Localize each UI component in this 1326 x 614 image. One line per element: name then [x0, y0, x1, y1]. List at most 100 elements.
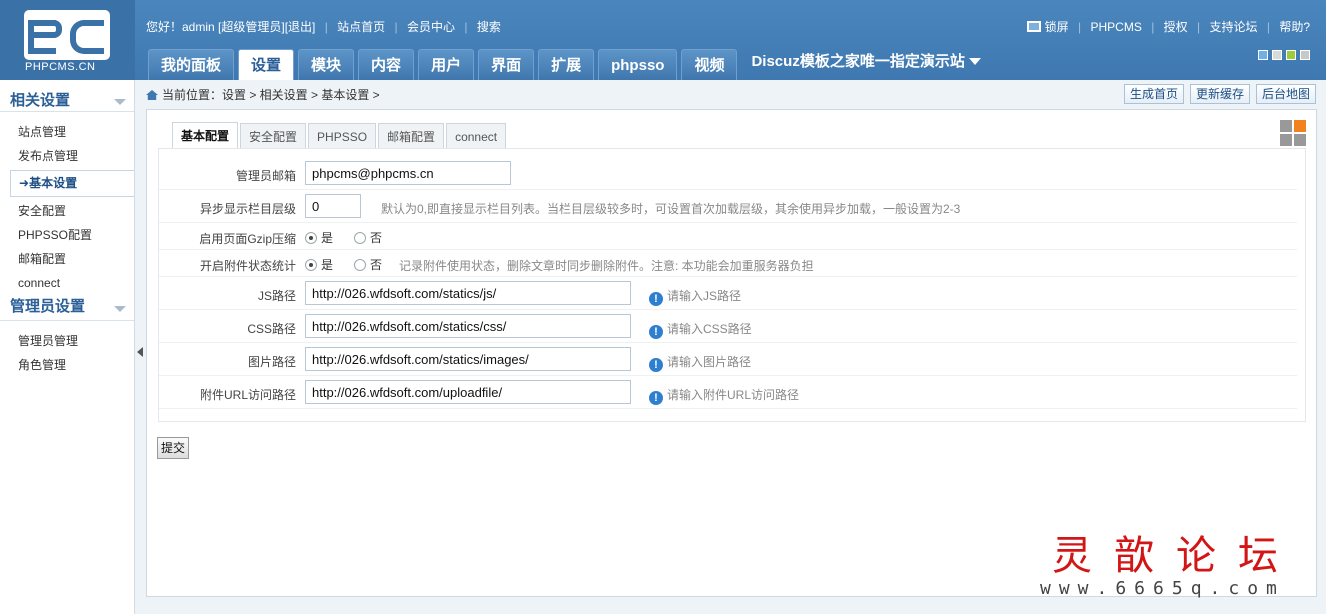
radio-checked-icon [305, 232, 317, 244]
sidebar: 相关设置 站点管理 发布点管理 ➜基本设置 安全配置 PHPSSO配置 邮箱配置… [0, 80, 135, 614]
sidebar-item-basic-settings[interactable]: ➜基本设置 [10, 170, 134, 197]
header: PHPCMS.CN 您好！admin [超级管理员][退出] | 站点首页 | … [0, 0, 1326, 80]
skin-blue-button[interactable] [1258, 50, 1268, 60]
help-link[interactable]: 帮助? [1279, 20, 1310, 34]
watermark-url: www.6665q.com [1040, 578, 1285, 599]
css-path-input[interactable] [305, 314, 631, 338]
sidebar-item-publish-point[interactable]: 发布点管理 [0, 144, 134, 168]
sidebar-item-phpsso[interactable]: PHPSSO配置 [0, 223, 134, 247]
main-nav: 我的面板 设置 模块 内容 用户 界面 扩展 phpsso 视频 Discuz模板之家唯一指定演示… [148, 49, 981, 80]
nav-tab-content[interactable]: 内容 [358, 49, 415, 80]
skin-switcher [1254, 49, 1310, 63]
phpcms-logo[interactable]: PHPCMS.CN [0, 0, 135, 80]
update-cache-button[interactable]: 更新缓存 [1189, 84, 1250, 104]
radio-unchecked-icon [354, 259, 366, 271]
sidebar-section-admin-settings[interactable]: 管理员设置 [0, 295, 134, 321]
nav-tab-modules[interactable]: 模块 [298, 49, 355, 80]
sidebar-item-label: 基本设置 [29, 176, 78, 190]
settings-tabs: 基本配置 安全配置 PHPSSO 邮箱配置 connect [172, 122, 508, 149]
css-path-label: CSS路径 [247, 322, 296, 336]
sidebar-item-mail[interactable]: 邮箱配置 [0, 247, 134, 271]
submit-button[interactable]: 提交 [157, 437, 190, 459]
sidebar-item-role-manage[interactable]: 角色管理 [0, 353, 134, 377]
quick-actions: 生成首页 更新缓存 后台地图 [1118, 84, 1316, 104]
async-level-label: 异步显示栏目层级 [199, 202, 296, 216]
tab-mail[interactable]: 邮箱配置 [378, 123, 445, 149]
attach-stat-hint: 记录附件使用状态，删除文章时同步删除附件。注意: 本功能会加重服务器负担 [399, 259, 814, 273]
phpcms-link[interactable]: PHPCMS [1091, 20, 1142, 34]
collapse-arrow-icon [114, 99, 126, 105]
skin-silver-button[interactable] [1300, 50, 1310, 60]
sidebar-item-admin-manage[interactable]: 管理员管理 [0, 329, 134, 353]
basic-settings-form: 管理员邮箱 异步显示栏目层级 默认为0,即直接显示栏目列表。当栏目层级较多时，可… [158, 148, 1306, 422]
form-row-attach-stat: 开启附件状态统计 是 否 记录附件使用状态，删除文章时同步删除附件。注意: 本功… [159, 250, 1297, 277]
gzip-no-radio[interactable]: 否 [354, 229, 382, 246]
user-info-bar: 您好！admin [超级管理员][退出] | 站点首页 | 会员中心 | 搜索 [146, 18, 501, 35]
js-path-label: JS路径 [257, 289, 296, 303]
radio-label: 是 [321, 258, 334, 272]
greeting-text: 您好！admin [超级管理员] [146, 20, 285, 34]
tab-security[interactable]: 安全配置 [240, 123, 307, 149]
search-link[interactable]: 搜索 [477, 18, 501, 35]
sidebar-section-related-settings[interactable]: 相关设置 [0, 80, 134, 112]
generate-homepage-button[interactable]: 生成首页 [1123, 84, 1184, 104]
img-path-input[interactable] [305, 347, 631, 371]
hint-text: 请输入JS路径 [667, 289, 742, 303]
member-center-link[interactable]: 会员中心 [407, 18, 455, 35]
tab-basic[interactable]: 基本配置 [172, 122, 239, 149]
nav-tab-extend[interactable]: 扩展 [538, 49, 595, 80]
admin-email-input[interactable] [305, 161, 511, 185]
admin-map-button[interactable]: 后台地图 [1255, 84, 1316, 104]
nav-tab-panel[interactable]: 我的面板 [148, 49, 235, 80]
sidebar-section-title: 相关设置 [10, 92, 71, 109]
chevron-down-icon [968, 58, 981, 65]
breadcrumb: 当前位置：设置 > 相关设置 > 基本设置 > [146, 84, 380, 106]
tab-connect[interactable]: connect [446, 123, 507, 149]
nav-tab-video[interactable]: 视频 [681, 49, 738, 80]
sidebar-item-security[interactable]: 安全配置 [0, 199, 134, 223]
sidebar-item-connect[interactable]: connect [0, 271, 134, 295]
attach-stat-yes-radio[interactable]: 是 [305, 256, 333, 273]
sidebar-item-site-manage[interactable]: 站点管理 [0, 120, 134, 144]
admin-email-label: 管理员邮箱 [235, 169, 296, 183]
hint-text: 请输入CSS路径 [667, 322, 752, 336]
nav-tab-interface[interactable]: 界面 [478, 49, 535, 80]
sidebar-section-title: 管理员设置 [10, 298, 86, 315]
form-row-admin-email: 管理员邮箱 [159, 157, 1297, 190]
img-path-label: 图片路径 [247, 355, 296, 369]
nav-tab-settings[interactable]: 设置 [238, 49, 295, 80]
form-row-css-path: CSS路径 ! 请输入CSS路径 [159, 310, 1297, 343]
img-path-hint: ! 请输入图片路径 [649, 353, 751, 372]
tab-phpsso[interactable]: PHPSSO [308, 123, 377, 149]
upload-url-input[interactable] [305, 380, 631, 404]
async-level-input[interactable] [305, 194, 361, 218]
nav-tab-phpsso[interactable]: phpsso [598, 49, 678, 80]
info-icon: ! [649, 391, 663, 405]
upload-url-label: 附件URL访问路径 [199, 388, 296, 402]
layout-grid-icon[interactable] [1280, 120, 1306, 146]
nav-tab-users[interactable]: 用户 [418, 49, 475, 80]
skin-green-button[interactable] [1286, 50, 1296, 60]
home-icon [146, 90, 158, 100]
lock-screen-link[interactable]: 锁屏 [1045, 20, 1069, 34]
attach-stat-no-radio[interactable]: 否 [354, 256, 382, 273]
site-home-link[interactable]: 站点首页 [337, 18, 385, 35]
form-row-img-path: 图片路径 ! 请输入图片路径 [159, 343, 1297, 376]
skin-gray-button[interactable] [1272, 50, 1282, 60]
js-path-hint: ! 请输入JS路径 [649, 287, 741, 306]
license-link[interactable]: 授权 [1164, 20, 1188, 34]
logout-link[interactable]: [退出] [285, 18, 316, 35]
gzip-yes-radio[interactable]: 是 [305, 229, 333, 246]
info-icon: ! [649, 325, 663, 339]
site-selector[interactable]: Discuz模板之家唯一指定演示站 [741, 49, 981, 80]
sidebar-toggle-icon[interactable] [137, 347, 143, 357]
form-row-upload-url: 附件URL访问路径 ! 请输入附件URL访问路径 [159, 376, 1297, 409]
breadcrumb-text: 当前位置：设置 > 相关设置 > 基本设置 > [162, 88, 380, 102]
logo-mark-icon [24, 10, 110, 60]
info-icon: ! [649, 358, 663, 372]
watermark-title: 灵歆论坛 [1052, 533, 1300, 579]
forum-link[interactable]: 支持论坛 [1209, 20, 1257, 34]
upload-url-hint: ! 请输入附件URL访问路径 [649, 386, 799, 405]
js-path-input[interactable] [305, 281, 631, 305]
gzip-label: 启用页面Gzip压缩 [199, 232, 296, 246]
